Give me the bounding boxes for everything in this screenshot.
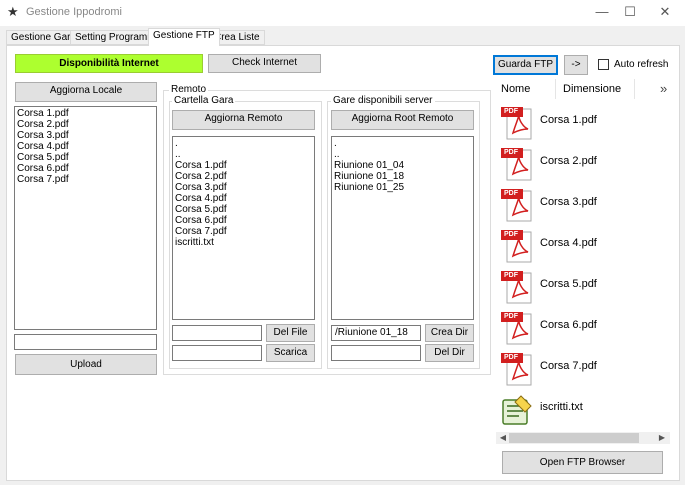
pdf-icon: PDF <box>499 105 535 141</box>
ftp-file-name: Corsa 6.pdf <box>540 319 597 331</box>
column-nome[interactable]: Nome <box>501 83 530 95</box>
ftp-file-name: Corsa 7.pdf <box>540 360 597 372</box>
scroll-left-arrow-icon[interactable]: ◀ <box>498 432 508 444</box>
remote-group-label: Remoto <box>169 84 209 95</box>
scarica-button[interactable]: Scarica <box>266 344 315 362</box>
title-bar: ★ Gestione Ippodromi — ☐ ✕ <box>0 0 685 26</box>
column-divider <box>634 79 635 99</box>
pdf-badge-text: PDF <box>504 313 518 320</box>
app-window: ★ Gestione Ippodromi — ☐ ✕ Gestione Gara… <box>0 0 685 485</box>
app-star-icon: ★ <box>7 4 19 19</box>
crea-dir-button[interactable]: Crea Dir <box>425 324 474 342</box>
maximize-button[interactable]: ☐ <box>613 0 647 26</box>
arrow-button[interactable]: -> <box>564 55 588 75</box>
server-group-label: Gare disponibili server <box>331 95 435 106</box>
local-path-field[interactable] <box>14 334 157 350</box>
remote-file-item[interactable]: iscritti.txt <box>175 237 312 248</box>
ftp-file-name: iscritti.txt <box>540 401 583 413</box>
del-dir-button[interactable]: Del Dir <box>425 344 474 362</box>
ftp-file-item[interactable]: PDF Corsa 6.pdf <box>497 308 667 346</box>
ftp-file-name: Corsa 3.pdf <box>540 196 597 208</box>
close-button[interactable]: ✕ <box>648 0 682 26</box>
local-file-item[interactable]: Corsa 2.pdf <box>17 119 154 130</box>
pdf-badge-text: PDF <box>504 190 518 197</box>
remote-file-item[interactable]: Corsa 1.pdf <box>175 160 312 171</box>
ftp-horizontal-scrollbar[interactable]: ◀ ▶ <box>496 432 670 444</box>
remote-file-item[interactable]: Corsa 7.pdf <box>175 226 312 237</box>
local-file-item[interactable]: Corsa 5.pdf <box>17 152 154 163</box>
pdf-icon: PDF <box>499 187 535 223</box>
server-folder-item[interactable]: Riunione 01_25 <box>334 182 471 193</box>
remote-file-item[interactable]: Corsa 5.pdf <box>175 204 312 215</box>
del-dir-field[interactable] <box>331 345 421 361</box>
pdf-badge-text: PDF <box>504 231 518 238</box>
tab-gestione-ftp[interactable]: Gestione FTP <box>148 28 220 46</box>
local-file-item[interactable]: Corsa 6.pdf <box>17 163 154 174</box>
server-folder-item[interactable]: Riunione 01_18 <box>334 171 471 182</box>
local-file-list[interactable]: Corsa 1.pdf Corsa 2.pdf Corsa 3.pdf Corsa 4… <box>14 106 157 330</box>
server-folder-item[interactable]: Riunione 01_04 <box>334 160 471 171</box>
window-title: Gestione Ippodromi <box>26 6 122 18</box>
pdf-badge-text: PDF <box>504 149 518 156</box>
pdf-icon: PDF <box>499 310 535 346</box>
remote-file-item[interactable]: Corsa 3.pdf <box>175 182 312 193</box>
pdf-badge-text: PDF <box>504 272 518 279</box>
auto-refresh-checkbox[interactable] <box>598 59 609 70</box>
aggiorna-root-remoto-button[interactable]: Aggiorna Root Remoto <box>331 110 474 130</box>
ftp-file-item[interactable]: PDF Corsa 1.pdf <box>497 103 667 141</box>
remote-file-item[interactable]: Corsa 2.pdf <box>175 171 312 182</box>
remote-file-item[interactable]: Corsa 4.pdf <box>175 193 312 204</box>
local-file-item[interactable]: Corsa 1.pdf <box>17 108 154 119</box>
text-file-icon <box>499 392 535 428</box>
aggiorna-remoto-button[interactable]: Aggiorna Remoto <box>172 110 315 130</box>
scarica-field[interactable] <box>172 345 262 361</box>
remote-file-list[interactable]: ... Corsa 1.pdf Corsa 2.pdf Corsa 3.pdf Cors… <box>172 136 315 320</box>
upload-button[interactable]: Upload <box>15 354 157 375</box>
aggiorna-locale-button[interactable]: Aggiorna Locale <box>15 82 157 102</box>
open-ftp-browser-button[interactable]: Open FTP Browser <box>502 451 663 474</box>
internet-status-label: Disponibilità Internet <box>15 54 203 73</box>
remote-file-item[interactable]: Corsa 6.pdf <box>175 215 312 226</box>
more-columns-indicator[interactable]: » <box>660 81 667 96</box>
ftp-file-name: Corsa 2.pdf <box>540 155 597 167</box>
del-file-button[interactable]: Del File <box>266 324 315 342</box>
local-file-item[interactable]: Corsa 4.pdf <box>17 141 154 152</box>
ftp-file-item[interactable]: PDF Corsa 5.pdf <box>497 267 667 305</box>
auto-refresh-label: Auto refresh <box>614 59 669 70</box>
server-folder-list[interactable]: ... Riunione 01_04 Riunione 01_18 Riunione … <box>331 136 474 320</box>
pdf-icon: PDF <box>499 146 535 182</box>
pdf-badge-text: PDF <box>504 108 518 115</box>
server-folder-item[interactable]: .. <box>334 149 471 160</box>
ftp-file-name: Corsa 1.pdf <box>540 114 597 126</box>
remote-file-item[interactable]: .. <box>175 149 312 160</box>
ftp-file-item[interactable]: PDF Corsa 3.pdf <box>497 185 667 223</box>
local-file-item[interactable]: Corsa 3.pdf <box>17 130 154 141</box>
ftp-file-item[interactable]: PDF Corsa 2.pdf <box>497 144 667 182</box>
ftp-file-item[interactable]: PDF Corsa 7.pdf <box>497 349 667 387</box>
ftp-file-name: Corsa 4.pdf <box>540 237 597 249</box>
pdf-icon: PDF <box>499 351 535 387</box>
ftp-file-item[interactable]: iscritti.txt <box>497 390 667 428</box>
pdf-badge-text: PDF <box>504 354 518 361</box>
local-file-item[interactable]: Corsa 7.pdf <box>17 174 154 185</box>
check-internet-button[interactable]: Check Internet <box>208 54 321 73</box>
column-divider <box>555 79 556 99</box>
scroll-thumb[interactable] <box>509 433 639 443</box>
column-dimensione[interactable]: Dimensione <box>563 83 621 95</box>
scroll-right-arrow-icon[interactable]: ▶ <box>657 432 667 444</box>
remote-dir-field[interactable]: /Riunione 01_18 <box>331 325 421 341</box>
guarda-ftp-button[interactable]: Guarda FTP <box>493 55 558 75</box>
ftp-file-name: Corsa 5.pdf <box>540 278 597 290</box>
ftp-list-header: Nome Dimensione » <box>496 79 671 99</box>
ftp-file-item[interactable]: PDF Corsa 4.pdf <box>497 226 667 264</box>
del-file-field[interactable] <box>172 325 262 341</box>
pdf-icon: PDF <box>499 228 535 264</box>
pdf-icon: PDF <box>499 269 535 305</box>
remote-file-item[interactable]: . <box>175 138 312 149</box>
server-folder-item[interactable]: . <box>334 138 471 149</box>
cartella-gara-label: Cartella Gara <box>172 95 236 106</box>
